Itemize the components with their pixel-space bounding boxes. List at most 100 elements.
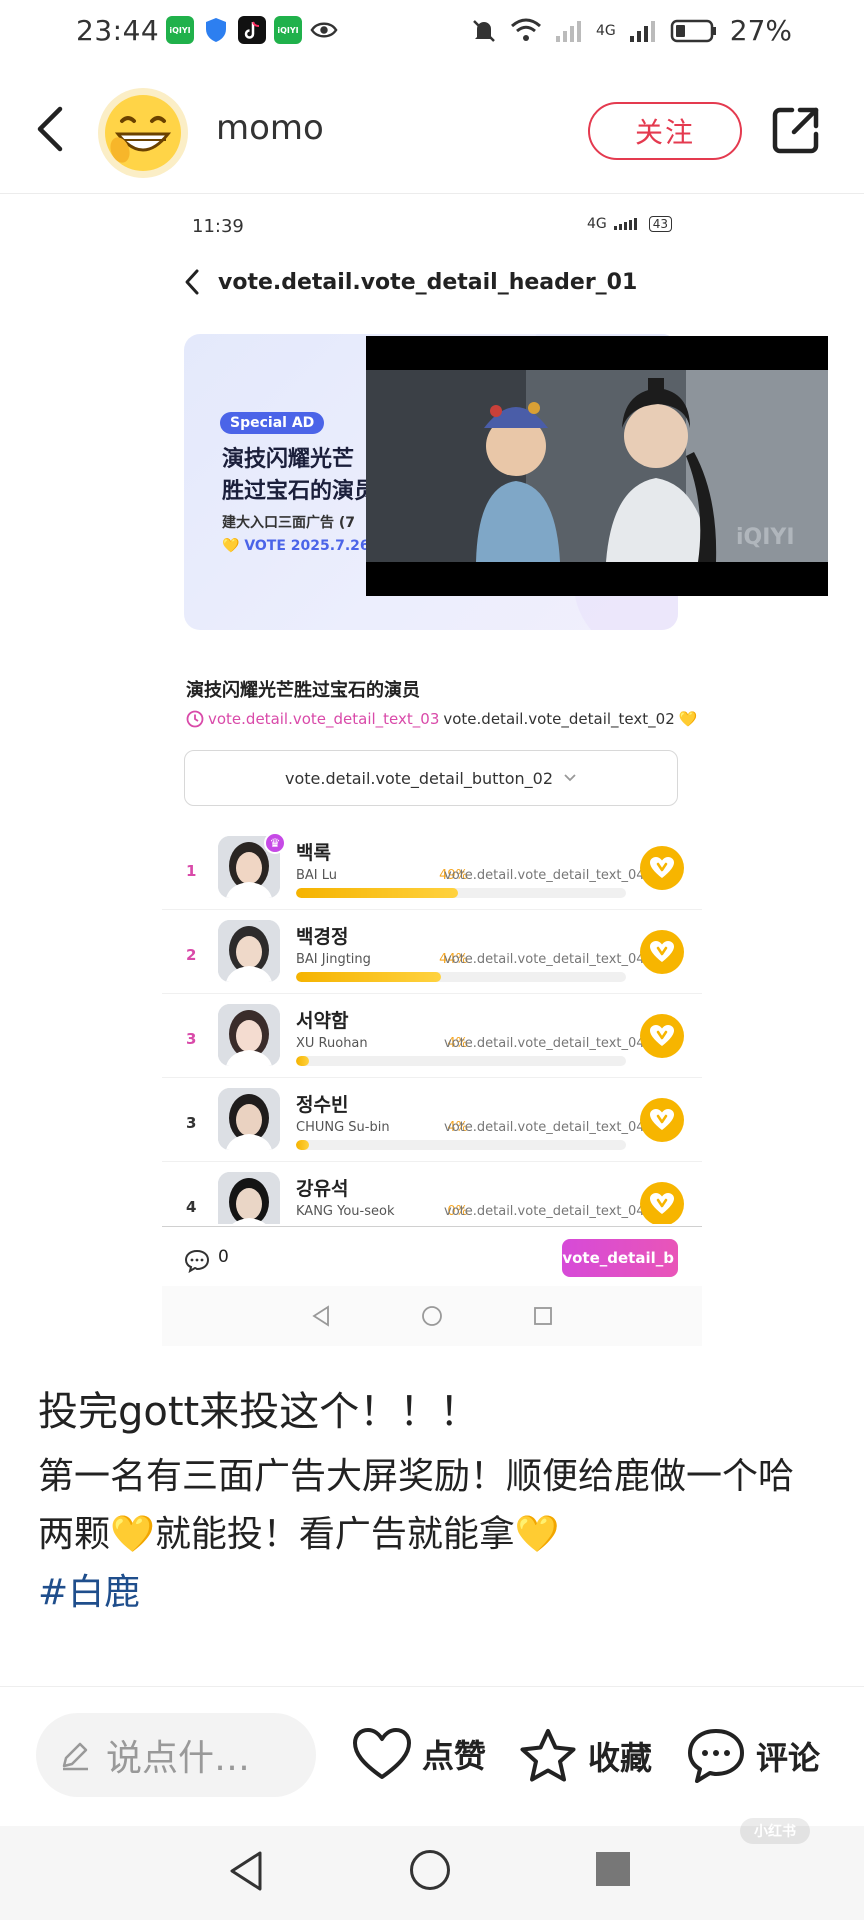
mute-bell-icon [473, 19, 495, 42]
candidate-vote-text: vote.detail.vote_detail_text_04 [444, 1036, 645, 1051]
candidate-row[interactable]: 4 강유석 KANG You-seok 0% vote.detail.vote_deta… [162, 1162, 702, 1224]
inner-system-nav [162, 1286, 702, 1346]
candidate-vote-button[interactable] [640, 1098, 684, 1142]
banner-subtitle: 建大入口三面广告 (7 [222, 515, 356, 531]
candidate-english-name: BAI Jingting [296, 952, 371, 967]
inner-status-time: 11:39 [192, 216, 244, 237]
username[interactable]: momo [216, 108, 324, 148]
nav-recent-icon[interactable] [596, 1852, 630, 1886]
status-time: 23:44 [76, 14, 160, 47]
bottom-action-bar: 说点什… 点赞 收藏 评论 [0, 1686, 864, 1826]
chevron-down-icon [564, 774, 576, 782]
post-header: momo 关注 [0, 64, 864, 194]
status-bar: 23:44 iQIYI iQIYI 4G 27% [0, 0, 864, 64]
vote-submit-button[interactable]: vote.detail.vote_detail_b [562, 1239, 678, 1277]
iqiyi-icon: iQIYI [166, 16, 194, 44]
candidate-rank: 3 [186, 1030, 197, 1048]
candidate-vote-button[interactable] [640, 1182, 684, 1224]
candidate-rank: 4 [186, 1198, 197, 1216]
chevron-left-icon [37, 106, 63, 152]
comment-bubble-icon[interactable] [184, 1249, 210, 1273]
vote-heart-icon [650, 941, 674, 962]
like-button[interactable]: 点赞 [352, 1727, 486, 1781]
candidate-rank: 2 [186, 946, 197, 964]
yellow-heart-icon: 💛 [222, 538, 240, 554]
yellow-heart-icon: 💛 [678, 710, 698, 728]
share-button[interactable] [770, 104, 822, 156]
candidate-row[interactable]: 3 정수빈 CHUNG Su-bin 4% vote.detail.vote_detai… [162, 1078, 702, 1162]
candidate-photo [218, 1088, 280, 1150]
candidate-vote-button[interactable] [640, 846, 684, 890]
candidate-row[interactable]: 1 ♛ 백록 BAI Lu 49% vote.detail.vote_detail_tex… [162, 826, 702, 910]
inner-page-title: vote.detail.vote_detail_header_01 [218, 269, 638, 295]
candidate-progress-fill [296, 1056, 310, 1066]
poll-meta-cost: vote.detail.vote_detail_text_02 [443, 710, 675, 728]
network-type: 4G [596, 22, 616, 39]
vote-heart-icon [650, 1193, 674, 1214]
crown-icon: ♛ [264, 832, 286, 854]
video-frame: iQIYI [366, 336, 828, 596]
star-icon [520, 1729, 576, 1782]
watermark-logo: 小红书 [740, 1818, 810, 1844]
tiktok-icon [238, 16, 266, 44]
vote-submit-label: vote.detail.vote_detail_b [562, 1249, 674, 1267]
nav-home-icon[interactable] [410, 1850, 450, 1890]
poll-meta: vote.detail.vote_detail_text_03 vote.det… [186, 710, 697, 728]
favorite-button[interactable]: 收藏 [518, 1727, 652, 1785]
status-app-icons: iQIYI iQIYI [166, 16, 338, 44]
comment-placeholder: 说点什… [106, 1738, 251, 1779]
hashtag-link[interactable]: #白鹿 [38, 1572, 140, 1613]
candidate-english-name: XU Ruohan [296, 1036, 368, 1051]
inner-footer: 0 vote.detail.vote_detail_b [162, 1226, 702, 1286]
video-player[interactable]: iQIYI [366, 336, 828, 596]
grinning-face-icon [105, 95, 181, 171]
inner-header: vote.detail.vote_detail_header_01 [184, 268, 637, 296]
inner-network: 4G [586, 216, 607, 232]
poll-select-button[interactable]: vote.detail.vote_detail_button_02 [184, 750, 678, 806]
candidate-progress-fill [296, 1140, 310, 1150]
clock-icon [186, 710, 204, 728]
candidate-rank: 3 [186, 1114, 197, 1132]
signal-icon-2 [629, 20, 655, 42]
candidate-row[interactable]: 3 서약함 XU Ruohan 4% vote.detail.vote_detail_t… [162, 994, 702, 1078]
inner-back-icon [185, 269, 199, 295]
candidate-korean-name: 서약함 [296, 1010, 349, 1032]
banner-tag: Special AD [220, 412, 325, 434]
avatar[interactable] [98, 88, 188, 178]
candidate-korean-name: 백경정 [296, 926, 349, 948]
candidate-row[interactable]: 2 백경정 BAI Jingting 44% vote.detail.vote_deta… [162, 910, 702, 994]
candidate-photo [218, 1172, 280, 1224]
favorite-label: 收藏 [588, 1739, 653, 1777]
candidate-progress-bar [296, 888, 626, 898]
wifi-icon [511, 18, 541, 41]
candidate-progress-fill [296, 972, 442, 982]
post-title: 投完gott来投这个！！！ [38, 1389, 480, 1435]
candidate-photo [218, 920, 280, 982]
svg-text:iQIYI: iQIYI [736, 525, 795, 550]
poll-meta-time: vote.detail.vote_detail_text_03 [208, 710, 440, 728]
pencil-icon [62, 1742, 88, 1771]
candidate-korean-name: 정수빈 [296, 1094, 349, 1116]
comment-input[interactable]: 说点什… [36, 1713, 316, 1797]
nav-back-icon[interactable] [228, 1850, 264, 1892]
battery-percent: 27% [729, 14, 792, 47]
inner-battery: 43 [648, 216, 672, 232]
comment-button[interactable]: 评论 [686, 1727, 820, 1785]
candidate-vote-text: vote.detail.vote_detail_text_04 [444, 1204, 645, 1219]
post-line-1: 第一名有三面广告大屏奖励！顺便给鹿做一个哈 [38, 1456, 795, 1497]
vote-heart-icon [650, 1109, 674, 1130]
candidate-progress-bar [296, 972, 626, 982]
heart-icon [353, 1728, 411, 1779]
candidate-vote-button[interactable] [640, 1014, 684, 1058]
system-navigation-bar [0, 1826, 864, 1920]
comment-count: 0 [218, 1247, 229, 1267]
post-line-2: 两颗💛就能投！看广告就能拿💛 [38, 1514, 560, 1555]
like-label: 点赞 [422, 1737, 487, 1775]
speech-bubble-icon [688, 1729, 744, 1783]
candidate-vote-button[interactable] [640, 930, 684, 974]
back-button[interactable] [28, 102, 72, 156]
banner-vote-date: 💛 VOTE 2025.7.26 - [222, 538, 380, 554]
inner-signal-icon [613, 218, 637, 230]
follow-button[interactable]: 关注 [588, 102, 742, 160]
candidate-vote-text: vote.detail.vote_detail_text_04 [444, 952, 645, 967]
